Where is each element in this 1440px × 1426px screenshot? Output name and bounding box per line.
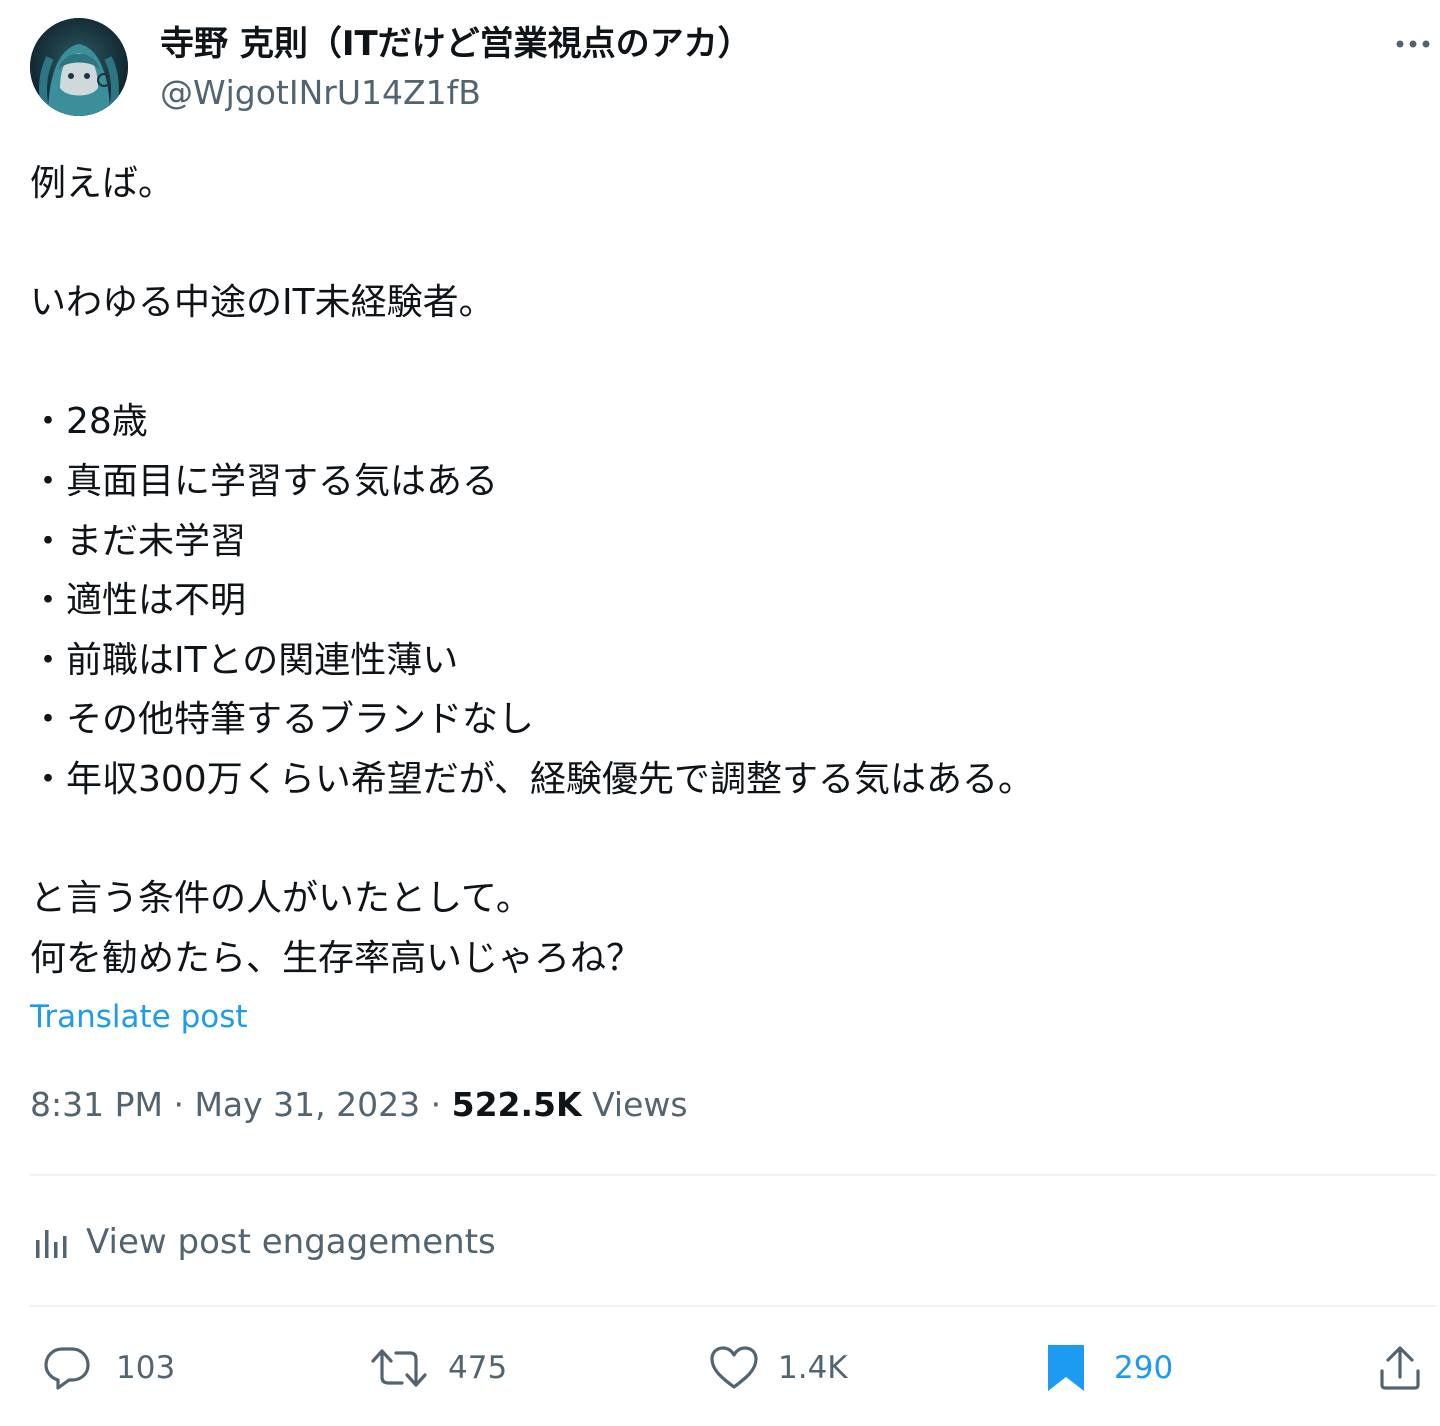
reply-button[interactable]: 103: [42, 1336, 175, 1400]
post-text: 例えば。 いわゆる中途のIT未経験者。 ・28歳 ・真面目に学習する気はある ・…: [30, 163, 1034, 979]
heart-icon: [710, 1346, 758, 1389]
share-button[interactable]: [1376, 1336, 1424, 1400]
meta-separator: ·: [162, 1085, 195, 1124]
view-engagements-label: View post engagements: [86, 1222, 496, 1262]
bar-chart-icon: [36, 1230, 67, 1258]
divider: [30, 1174, 1436, 1176]
avatar-image: [30, 18, 128, 116]
repost-count: 475: [448, 1350, 508, 1386]
more-options-button[interactable]: [1388, 24, 1438, 64]
like-button[interactable]: 1.4K: [708, 1336, 848, 1400]
meta-separator: ·: [420, 1085, 452, 1124]
views-count: 522.5K: [451, 1085, 582, 1124]
reply-bubble-icon: [44, 1347, 90, 1390]
bookmark-count: 290: [1114, 1350, 1174, 1386]
more-horizontal-icon: [1396, 40, 1430, 48]
post-date[interactable]: May 31, 2023: [194, 1085, 420, 1124]
translate-post-link[interactable]: Translate post: [30, 996, 248, 1038]
reply-count: 103: [116, 1350, 176, 1386]
author-handle[interactable]: @WjgotINrU14Z1fB: [160, 72, 481, 114]
bookmark-filled-icon: [1048, 1345, 1084, 1391]
post-time[interactable]: 8:31 PM: [30, 1085, 163, 1124]
repost-arrows-icon: [371, 1349, 427, 1387]
avatar[interactable]: [30, 18, 128, 116]
repost-button[interactable]: 475: [370, 1336, 507, 1400]
views-label: Views: [592, 1085, 688, 1124]
author-display-name[interactable]: 寺野 克則（ITだけど営業視点のアカ）: [160, 22, 752, 66]
divider: [30, 1305, 1436, 1307]
like-count: 1.4K: [778, 1350, 848, 1386]
post-meta: 8:31 PM · May 31, 2023 · 522.5K Views: [30, 1082, 688, 1128]
bookmark-button[interactable]: 290: [1042, 1336, 1173, 1400]
view-engagements-button[interactable]: View post engagements: [30, 1212, 496, 1272]
share-upload-icon: [1380, 1346, 1420, 1390]
